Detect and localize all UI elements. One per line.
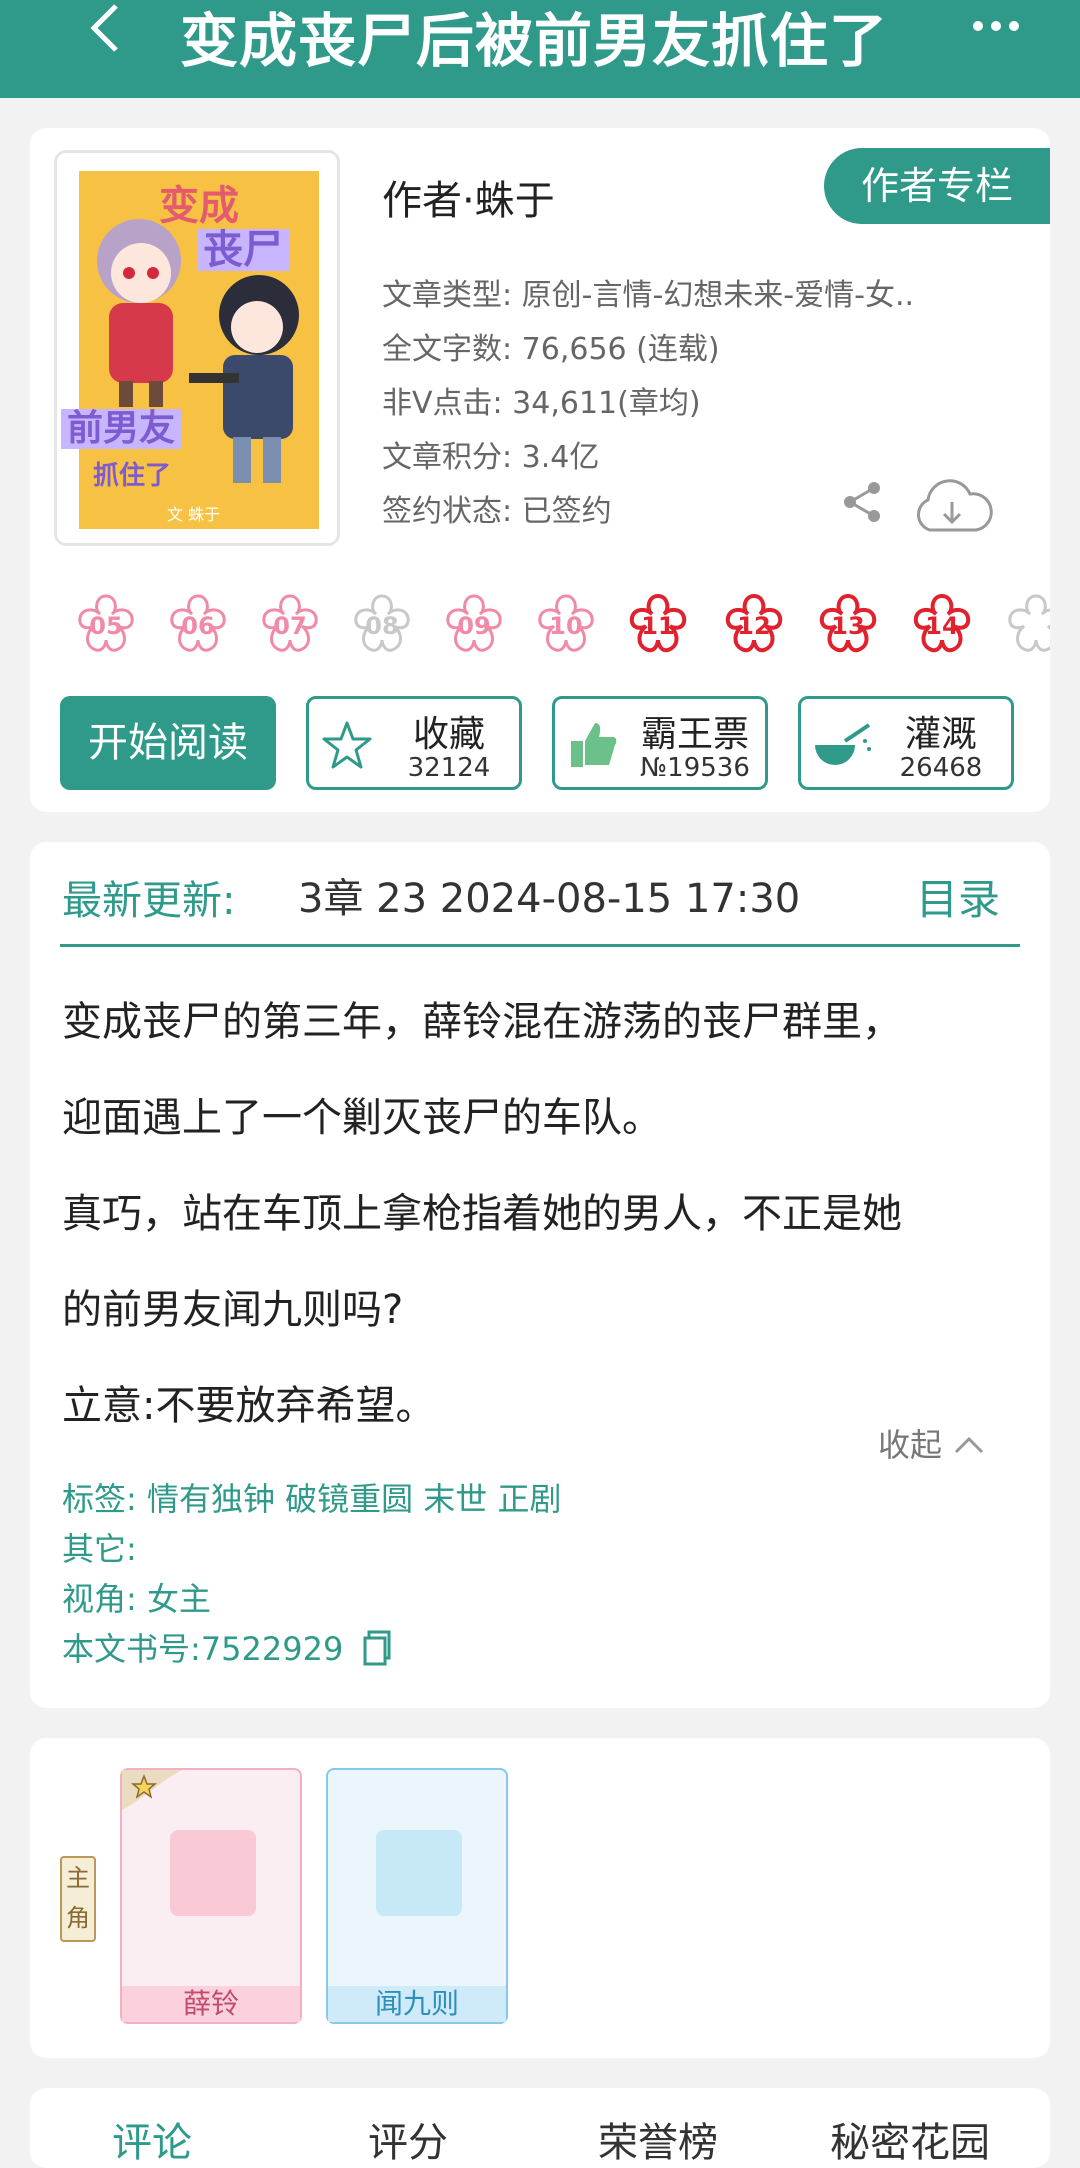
cover-author: 文 蛛于 — [167, 505, 221, 524]
author-name[interactable]: 作者·蛛于 — [382, 168, 555, 226]
favorite-button[interactable]: 收藏 32124 — [306, 696, 522, 790]
chevron-left-icon — [90, 4, 118, 52]
meta-sign-status: 签约状态: 已签约 — [382, 494, 612, 529]
flower-badge: 08 — [342, 588, 422, 668]
flower-level-strip: 05 06 07 08 09 10 11 12 13 14 — [66, 588, 1050, 678]
flower-badge: 07 — [250, 588, 330, 668]
flower-badge: 14 — [902, 588, 982, 668]
book-number-text: 本文书号:7522929 — [62, 1630, 344, 1668]
water-count: 26468 — [899, 753, 983, 783]
latest-update-value[interactable]: 3章 23 2024-08-15 17:30 — [298, 866, 896, 924]
summary-line: 真巧，站在车顶上拿枪指着她的男人，不正是她 — [62, 1191, 902, 1237]
thumbs-up-icon — [571, 723, 617, 767]
character-card[interactable]: 薛铃 — [120, 1768, 302, 2024]
flower-badge: 11 — [618, 588, 698, 668]
water-button[interactable]: 灌溉 26468 — [798, 696, 1014, 790]
view-line: 视角: 女主 — [62, 1580, 211, 1618]
book-number-line: 本文书号:7522929 — [62, 1624, 393, 1670]
vote-label: 霸王票 — [640, 714, 749, 755]
chevron-up-icon — [955, 1436, 984, 1454]
summary-line: 变成丧尸的第三年，薛铃混在游荡的丧尸群里， — [62, 999, 902, 1045]
flower-badge: 05 — [66, 588, 146, 668]
water-label: 灌溉 — [904, 714, 977, 755]
catalog-link[interactable]: 目录 — [916, 866, 1000, 927]
favorite-label: 收藏 — [412, 714, 485, 755]
star-icon — [322, 721, 372, 769]
flower-badge: 13 — [808, 588, 888, 668]
flower-badge: 09 — [434, 588, 514, 668]
summary-line: 的前男友闻九则吗? — [62, 1287, 404, 1333]
vote-button[interactable]: 霸王票 №19536 — [552, 696, 768, 790]
back-button[interactable] — [82, 0, 142, 60]
copy-icon[interactable] — [363, 1630, 393, 1666]
flower-badge: 06 — [158, 588, 238, 668]
summary-line: 迎面遇上了一个剿灭丧尸的车队。 — [62, 1095, 662, 1141]
collapse-label: 收起 — [878, 1426, 943, 1464]
cloud-download-icon[interactable] — [910, 478, 994, 538]
star-corner-icon — [122, 1770, 182, 1810]
author-column-button[interactable]: 作者专栏 — [824, 148, 1050, 224]
flower-badge-partial — [996, 588, 1050, 668]
book-cover[interactable]: 变成 丧尸 前男友 抓住了 文 蛛于 — [54, 150, 340, 546]
avatar — [170, 1830, 256, 1916]
other-line: 其它: — [62, 1530, 137, 1568]
character-name: 闻九则 — [328, 1986, 506, 2022]
divider — [60, 944, 1020, 947]
meta-clicks: 非Ⅴ点击: 34,611(章均) — [382, 386, 701, 421]
start-reading-button[interactable]: 开始阅读 — [60, 696, 276, 790]
tab-secret-garden[interactable]: 秘密花园 — [830, 2110, 990, 2168]
avatar — [376, 1830, 462, 1916]
tab-rating[interactable]: 评分 — [368, 2110, 448, 2168]
tab-comments[interactable]: 评论 — [112, 2110, 192, 2168]
meta-type: 文章类型: 原创-言情-幻想未来-爱情-女.. — [382, 278, 915, 313]
favorite-count: 32124 — [407, 753, 491, 783]
more-options-button[interactable] — [970, 6, 1022, 57]
summary-card: 最新更新: 3章 23 2024-08-15 17:30 目录 变成丧尸的第三年… — [30, 842, 1050, 1708]
watering-can-icon — [815, 723, 871, 765]
character-card[interactable]: 闻九则 — [326, 1768, 508, 2024]
more-dots-icon — [973, 21, 1019, 31]
cover-art: 变成 丧尸 前男友 抓住了 文 蛛于 — [61, 171, 319, 529]
share-icon[interactable] — [838, 478, 886, 526]
cover-boy-illustration — [189, 275, 299, 483]
vote-count: №19536 — [640, 753, 750, 783]
flower-badge: 10 — [526, 588, 606, 668]
summary-text: 变成丧尸的第三年，薛铃混在游荡的丧尸群里， 迎面遇上了一个剿灭丧尸的车队。 真巧… — [62, 974, 1032, 1454]
book-info-card: 变成 丧尸 前男友 抓住了 文 蛛于 作者·蛛于 作者专栏 文章类型: 原创-言… — [30, 128, 1050, 812]
collapse-button[interactable]: 收起 — [878, 1420, 986, 1466]
characters-card: 主角 薛铃 闻九则 — [30, 1738, 1050, 2058]
meta-score: 文章积分: 3.4亿 — [382, 440, 600, 475]
tab-bar: 评论 评分 荣誉榜 秘密花园 — [30, 2088, 1050, 2168]
cover-title-4: 抓住了 — [93, 461, 172, 491]
tab-honor-list[interactable]: 荣誉榜 — [598, 2110, 718, 2168]
meta-word-count: 全文字数: 76,656 (连载) — [382, 332, 720, 367]
page-title: 变成丧尸后被前男友抓住了 — [180, 7, 889, 75]
cover-title-3: 前男友 — [61, 409, 182, 449]
flower-badge: 12 — [714, 588, 794, 668]
latest-update-label: 最新更新: — [62, 878, 236, 924]
character-name: 薛铃 — [122, 1986, 300, 2022]
main-role-badge: 主角 — [60, 1856, 96, 1942]
tags-line: 标签: 情有独钟 破镜重圆 末世 正剧 — [62, 1480, 562, 1518]
top-bar: 变成丧尸后被前男友抓住了 — [0, 0, 1080, 98]
